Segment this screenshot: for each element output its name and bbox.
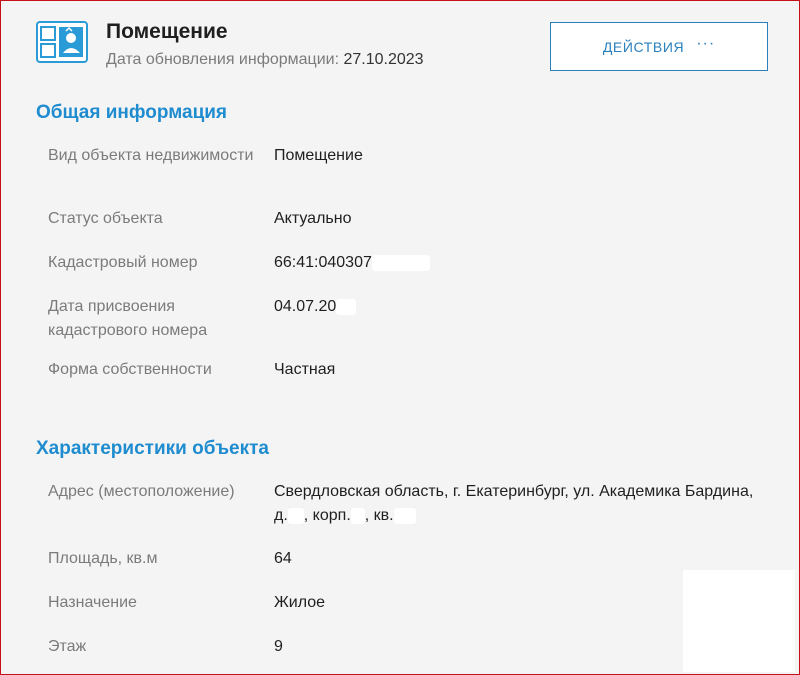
redacted-block [350, 507, 365, 524]
row-label: Вид объекта недвижимости [48, 147, 254, 164]
row-label: Форма собственности [48, 361, 212, 378]
actions-button-label: ДЕЙСТВИЯ [602, 38, 685, 55]
more-dots-icon: ··· [696, 34, 716, 52]
update-date-label: Дата обновления информации: [106, 51, 340, 68]
row-label: Назначение [48, 594, 137, 611]
row-value-cadastral: 66:41:040307 [274, 251, 774, 275]
redacted-block [393, 507, 416, 524]
address-line-2: д. , корп. , кв. [274, 504, 774, 528]
row-label: Статус объекта [48, 210, 163, 227]
row-label: Дата присвоения кадастрового номера [48, 298, 208, 339]
section-title-characteristics: Характеристики объекта [36, 438, 269, 459]
actions-button[interactable]: ДЕЙСТВИЯ ··· [550, 22, 768, 71]
row-value: 64 [274, 550, 292, 567]
cadastral-date: 04.07.20 [274, 298, 337, 315]
address-building: , корп. [303, 507, 351, 524]
row-label: Кадастровый номер [48, 254, 198, 271]
page-header: Помещение Дата обновления информации: 27… [0, 0, 800, 95]
update-date: Дата обновления информации: 27.10.2023 [106, 51, 424, 69]
cadastral-number: 66:41:040307 [274, 254, 372, 271]
redacted-block [371, 254, 430, 271]
redacted-block [336, 298, 357, 315]
row-label: Адрес (местоположение) [48, 483, 235, 500]
property-room-icon [36, 21, 88, 63]
row-value-date: 04.07.20 [274, 295, 774, 319]
row-label: Площадь, кв.м [48, 550, 158, 567]
row-value: Помещение [274, 147, 363, 164]
row-value-address: Свердловская область, г. Екатеринбург, у… [274, 480, 774, 528]
address-house: д. [274, 507, 288, 524]
row-value: Актуально [274, 210, 352, 227]
page-title: Помещение [106, 20, 228, 43]
address-line-1: Свердловская область, г. Екатеринбург, у… [274, 483, 754, 500]
redacted-area [683, 570, 795, 672]
row-label: Этаж [48, 638, 87, 655]
row-value: Частная [274, 361, 336, 378]
update-date-value: 27.10.2023 [343, 51, 424, 68]
address-flat: , кв. [364, 507, 394, 524]
section-title-general: Общая информация [36, 102, 228, 123]
redacted-block [287, 507, 304, 524]
